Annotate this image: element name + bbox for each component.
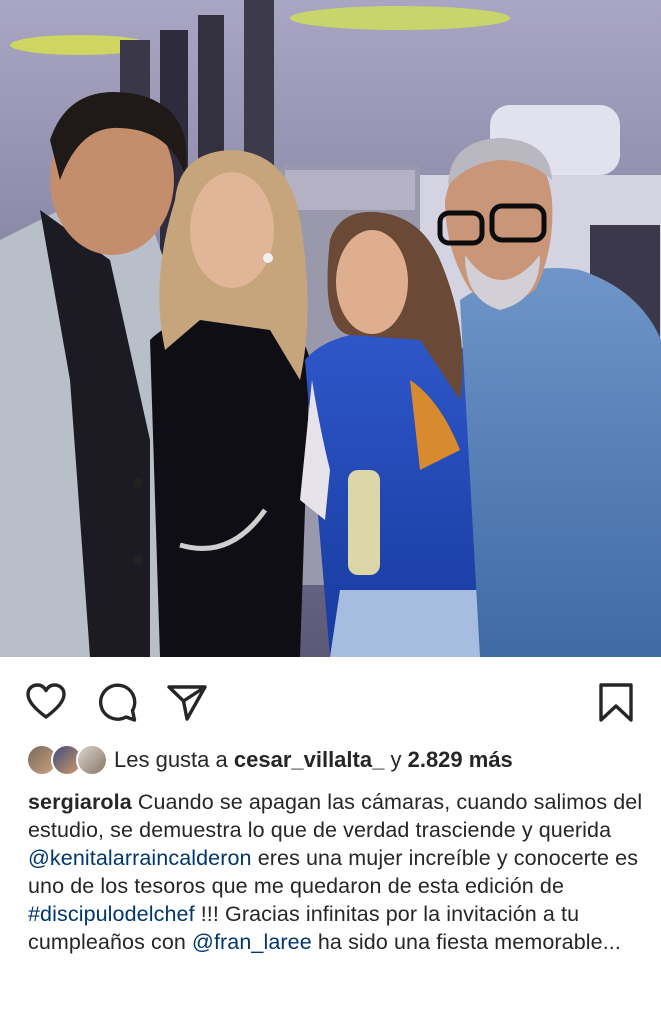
send-icon xyxy=(167,685,207,721)
liker-avatars xyxy=(26,744,108,776)
likes-joiner: y xyxy=(390,747,402,772)
bookmark-icon xyxy=(599,683,633,722)
likes-prefix: Les gusta a xyxy=(114,747,228,772)
photo-illustration xyxy=(0,0,661,657)
caption-username[interactable]: sergiarola xyxy=(28,790,132,814)
caption-text: ha sido una fiesta memorable... xyxy=(317,930,621,954)
caption-hashtag[interactable]: #discipulodelchef xyxy=(28,902,195,926)
liker-username[interactable]: cesar_villalta_ xyxy=(234,747,384,772)
caption-mention[interactable]: @kenitalarraincalderon xyxy=(28,846,252,870)
post-caption: sergiarola Cuando se apagan las cámaras,… xyxy=(28,788,648,956)
post-photo[interactable] xyxy=(0,0,661,657)
post-action-bar xyxy=(0,672,661,728)
caption-mention[interactable]: @fran_laree xyxy=(192,930,312,954)
likes-text: Les gusta a cesar_villalta_ y 2.829 más xyxy=(114,747,513,773)
share-button[interactable] xyxy=(165,680,209,724)
likes-count[interactable]: 2.829 más xyxy=(408,747,513,772)
likes-row[interactable]: Les gusta a cesar_villalta_ y 2.829 más xyxy=(26,742,513,778)
heart-icon xyxy=(26,683,66,719)
comment-icon xyxy=(99,683,137,722)
save-button[interactable] xyxy=(594,680,638,724)
avatar xyxy=(76,744,108,776)
like-button[interactable] xyxy=(24,680,68,724)
comment-button[interactable] xyxy=(95,680,139,724)
